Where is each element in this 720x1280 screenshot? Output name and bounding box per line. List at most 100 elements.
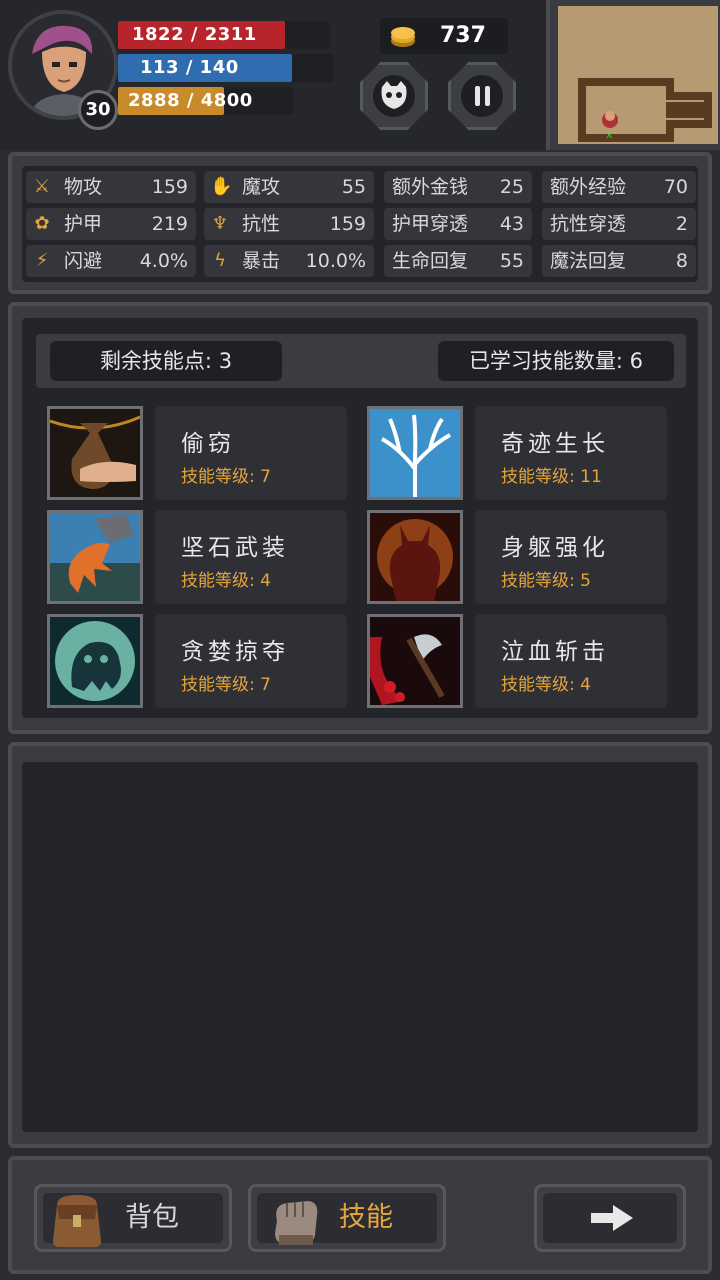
stat-label: 护甲 xyxy=(64,213,103,235)
stat-label: 魔攻 xyxy=(242,176,281,198)
fist-icon xyxy=(275,1201,318,1245)
stat-4: ✿ 护甲 219 xyxy=(26,208,196,240)
skill-detail-area xyxy=(22,762,698,1132)
stat-label: 抗性 xyxy=(242,213,281,235)
stat-label: 闪避 xyxy=(64,250,103,272)
stat-value: 55 xyxy=(499,250,524,272)
skill-icon-stone-armor[interactable] xyxy=(47,510,143,604)
stat-value: 70 xyxy=(663,176,688,198)
hp-bar: 1822 / 2311 xyxy=(118,21,330,49)
bag-label: 背包 xyxy=(125,1202,179,1233)
stat-6: 护甲穿透 43 xyxy=(384,208,532,240)
stat-1: ✋ 魔攻 55 xyxy=(204,171,374,203)
stat-value: 43 xyxy=(499,213,524,235)
skill-name: 泣血斩击 xyxy=(501,639,609,665)
skill-icon-body-strengthen[interactable] xyxy=(367,510,463,604)
stat-label: 额外经验 xyxy=(550,176,627,198)
muscle-icon: ♆ xyxy=(211,213,229,234)
owl-face-icon xyxy=(381,81,407,109)
stat-label: 抗性穿透 xyxy=(550,213,627,235)
demon-body-icon xyxy=(370,513,460,601)
stat-value: 159 xyxy=(151,176,188,198)
stat-value: 25 xyxy=(499,176,524,198)
arrow-right-icon xyxy=(591,1205,633,1231)
stat-value: 4.0% xyxy=(139,250,188,272)
svg-text:✕: ✕ xyxy=(605,131,613,142)
backpack-icon xyxy=(53,1195,101,1247)
gold-counter: 737 xyxy=(380,18,508,54)
skill-name: 身躯强化 xyxy=(501,535,609,561)
skill-card-steal[interactable]: 偷窃 技能等级: 7 xyxy=(155,406,347,500)
stat-label: 物攻 xyxy=(64,176,103,198)
skill-icon-bleeding-slash[interactable] xyxy=(367,614,463,708)
skill-level: 技能等级: 7 xyxy=(181,675,271,695)
stat-8: ⚡ 闪避 4.0% xyxy=(26,245,196,277)
lightning-icon: ϟ xyxy=(214,250,226,271)
bag-button[interactable]: 背包 xyxy=(34,1184,232,1252)
remaining-skill-points: 剩余技能点: 3 xyxy=(50,341,282,381)
stat-label: 额外金钱 xyxy=(392,176,469,198)
money-bag-icon xyxy=(49,409,141,497)
stat-5: ♆ 抗性 159 xyxy=(204,208,374,240)
skill-icon-miracle-growth[interactable] xyxy=(367,406,463,500)
character-button[interactable] xyxy=(360,62,428,130)
mp-text: 113 / 140 xyxy=(140,57,239,78)
paw-icon: ✿ xyxy=(34,213,50,234)
skill-name: 偷窃 xyxy=(181,431,235,457)
next-button[interactable] xyxy=(534,1184,686,1252)
skill-icon-steal[interactable] xyxy=(47,406,143,500)
skills-tab-button[interactable]: 技能 xyxy=(248,1184,446,1252)
stat-label: 暴击 xyxy=(242,250,281,272)
skill-icon-greedy-plunder[interactable] xyxy=(47,614,143,708)
skill-level: 技能等级: 4 xyxy=(501,675,591,695)
stat-value: 55 xyxy=(341,176,366,198)
pause-button[interactable] xyxy=(448,62,516,130)
stone-claw-icon xyxy=(50,513,140,601)
skill-card-miracle-growth[interactable]: 奇迹生长 技能等级: 11 xyxy=(475,406,667,500)
runner-icon: ⚡ xyxy=(35,250,49,271)
skill-card-stone-armor[interactable]: 坚石武装 技能等级: 4 xyxy=(155,510,347,604)
xp-bar: 2888 / 4800 xyxy=(118,87,294,115)
stat-3: 额外经验 70 xyxy=(542,171,696,203)
level-badge: 30 xyxy=(78,90,118,130)
stat-label: 生命回复 xyxy=(392,250,469,272)
gold-amount: 737 xyxy=(440,23,486,48)
skill-level: 技能等级: 5 xyxy=(501,571,591,591)
stat-value: 159 xyxy=(329,213,366,235)
tree-icon xyxy=(370,409,460,497)
xp-text: 2888 / 4800 xyxy=(128,90,253,111)
minimap-rooms: ✕ xyxy=(578,78,712,142)
stat-value: 219 xyxy=(151,213,188,235)
blood-axe-icon xyxy=(370,617,460,705)
stat-11: 魔法回复 8 xyxy=(542,245,696,277)
stat-value: 8 xyxy=(675,250,688,272)
stat-7: 抗性穿透 2 xyxy=(542,208,696,240)
skill-level: 技能等级: 7 xyxy=(181,467,271,487)
skill-card-bleeding-slash[interactable]: 泣血斩击 技能等级: 4 xyxy=(475,614,667,708)
stat-value: 2 xyxy=(675,213,688,235)
skill-card-body-strengthen[interactable]: 身躯强化 技能等级: 5 xyxy=(475,510,667,604)
minimap[interactable]: ✕ xyxy=(546,0,720,150)
skills-tab-label: 技能 xyxy=(339,1202,393,1233)
hp-text: 1822 / 2311 xyxy=(132,24,257,45)
stat-9: ϟ 暴击 10.0% xyxy=(204,245,374,277)
stat-label: 魔法回复 xyxy=(550,250,627,272)
stat-2: 额外金钱 25 xyxy=(384,171,532,203)
skills-header: 剩余技能点: 3 已学习技能数量: 6 xyxy=(36,334,686,388)
ghost-icon xyxy=(50,617,140,705)
mp-bar: 113 / 140 xyxy=(118,54,334,82)
skill-name: 贪婪掠夺 xyxy=(181,639,289,665)
sword-icon: ⚔ xyxy=(33,176,51,197)
skill-detail-panel xyxy=(8,742,712,1148)
learned-skill-count: 已学习技能数量: 6 xyxy=(438,341,674,381)
gold-coins-icon xyxy=(391,27,415,47)
skill-level: 技能等级: 11 xyxy=(501,467,602,487)
stat-label: 护甲穿透 xyxy=(392,213,469,235)
skill-name: 奇迹生长 xyxy=(501,431,609,457)
stat-value: 10.0% xyxy=(305,250,366,272)
skill-name: 坚石武装 xyxy=(181,535,289,561)
skill-card-greedy-plunder[interactable]: 贪婪掠夺 技能等级: 7 xyxy=(155,614,347,708)
stat-0: ⚔ 物攻 159 xyxy=(26,171,196,203)
skill-level: 技能等级: 4 xyxy=(181,571,271,591)
magic-hand-icon: ✋ xyxy=(210,176,233,197)
